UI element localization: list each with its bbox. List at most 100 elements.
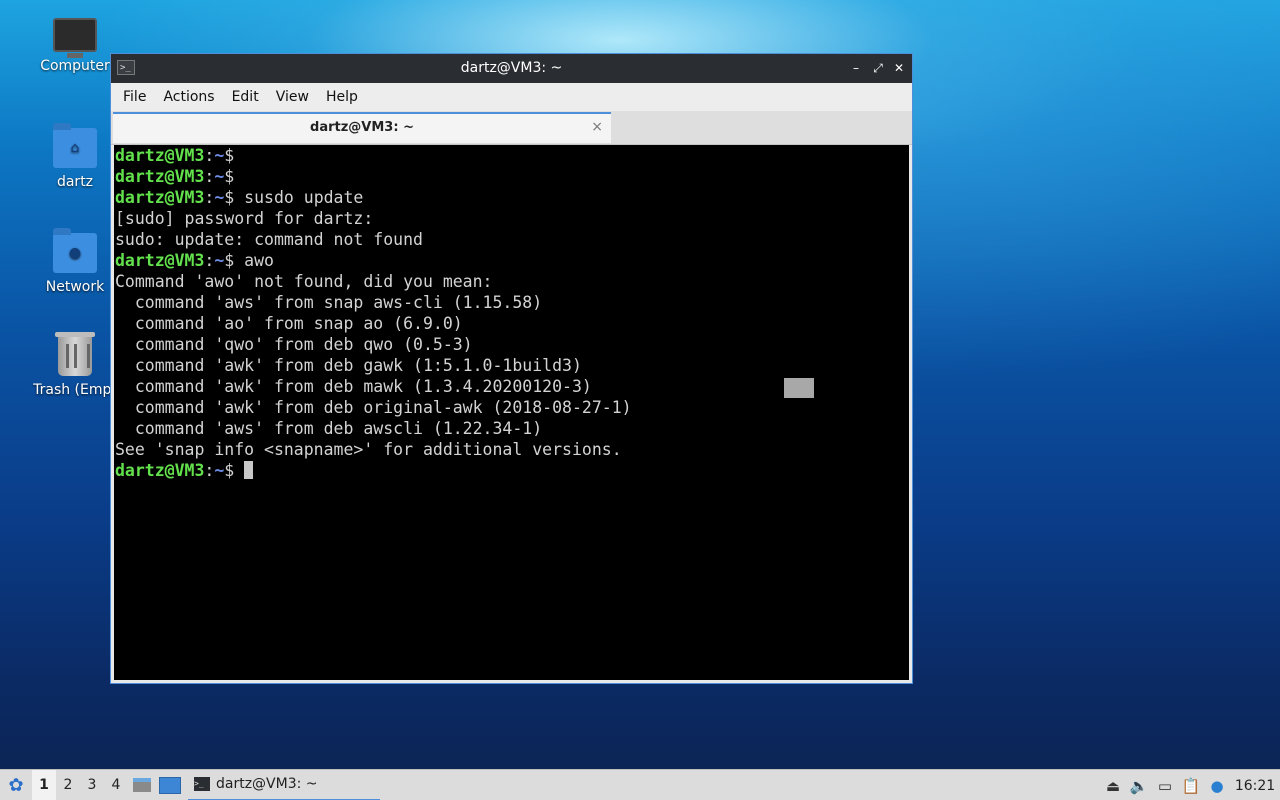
file-manager-icon [133,778,151,792]
line-text: Command 'awo' not found, did you mean: [115,272,493,291]
update-notifier-icon[interactable]: ● [1204,770,1230,800]
line-text [234,461,244,480]
menu-file[interactable]: File [117,83,157,111]
volume-icon[interactable]: 🔈 [1126,770,1152,800]
prompt-symbol: $ [224,146,235,165]
terminal-line: command 'qwo' from deb qwo (0.5-3) [114,334,909,355]
menu-actions[interactable]: Actions [157,83,225,111]
workspace-2[interactable]: 2 [56,770,80,800]
prompt-user: dartz@VM3 [115,461,205,480]
prompt-symbol: $ [224,167,235,186]
terminal-output[interactable]: dartz@VM3:~$ dartz@VM3:~$ dartz@VM3:~$ sus… [114,145,909,680]
terminal-line: dartz@VM3:~$ [114,460,909,481]
prompt-user: dartz@VM3 [115,146,205,165]
terminal-line: [sudo] password for dartz: [114,208,909,229]
terminal-line: command 'awk' from deb gawk (1:5.1.0-1bu… [114,355,909,376]
highlight-block [784,378,814,398]
minimize-button[interactable]: – [847,59,865,77]
workspace-3[interactable]: 3 [80,770,104,800]
terminal-line: Command 'awo' not found, did you mean: [114,271,909,292]
terminal-line: command 'aws' from deb awscli (1.22.34-1… [114,418,909,439]
terminal-task-icon: >_ [194,777,210,791]
desktop-icon-home-folder[interactable]: ⌂ dartz [27,123,123,190]
line-text: command 'awk' from deb gawk (1:5.1.0-1bu… [115,356,582,375]
terminal-line: command 'awk' from deb original-awk (201… [114,397,909,418]
tab-close-icon[interactable]: × [591,119,603,135]
prompt-user: dartz@VM3 [115,251,205,270]
workspace-1[interactable]: 1 [32,769,56,800]
taskbar-window-button[interactable]: >_ dartz@VM3: ~ [188,770,380,800]
file-manager-launcher[interactable] [128,770,156,800]
terminal-line: See 'snap info <snapname>' for additiona… [114,439,909,460]
terminal-line: dartz@VM3:~$ [114,166,909,187]
home-folder-icon: ⌂ [53,123,97,168]
tab-bar: dartz@VM3: ~ × [111,111,912,145]
line-text: command 'awk' from deb mawk (1.3.4.20200… [115,377,592,396]
terminal-line: dartz@VM3:~$ awo [114,250,909,271]
prompt-symbol: $ [224,461,235,480]
network-icon[interactable]: ▭ [1152,770,1178,800]
line-text: command 'qwo' from deb qwo (0.5-3) [115,335,473,354]
desktop-icon-label: Computer [40,58,110,74]
prompt-separator: : [204,251,215,270]
desktop-icon-network[interactable]: ● Network [27,228,123,295]
window-titlebar[interactable]: >_ dartz@VM3: ~ – ⤢ ✕ [111,54,912,83]
taskbar: ✿ 1 2 3 4 >_ dartz@VM3: ~ ⏏ 🔈 ▭ 📋 ● 16:2… [0,769,1280,800]
prompt-path: ~ [214,146,225,165]
line-text: awo [234,251,274,270]
taskbar-window-label: dartz@VM3: ~ [216,776,318,792]
tab-label: dartz@VM3: ~ [310,120,414,135]
prompt-symbol: $ [224,251,235,270]
clock[interactable]: 16:21 [1230,778,1280,794]
maximize-button[interactable]: ⤢ [869,59,887,77]
prompt-separator: : [204,461,215,480]
start-menu-icon: ✿ [8,774,24,796]
prompt-path: ~ [214,167,225,186]
terminal-line: sudo: update: command not found [114,229,909,250]
line-text: command 'awk' from deb original-awk (201… [115,398,632,417]
menu-view[interactable]: View [270,83,320,111]
network-folder-icon: ● [53,228,97,273]
prompt-path: ~ [214,461,225,480]
prompt-separator: : [204,167,215,186]
prompt-path: ~ [214,251,225,270]
desktop-icon-computer[interactable]: Computer [27,18,123,74]
prompt-separator: : [204,146,215,165]
line-text: susdo update [234,188,364,207]
menu-edit[interactable]: Edit [226,83,270,111]
terminal-line: command 'aws' from snap aws-cli (1.15.58… [114,292,909,313]
line-text: command 'ao' from snap ao (6.9.0) [115,314,463,333]
desktop-icon-label: Network [45,279,105,295]
terminal-lines: dartz@VM3:~$ dartz@VM3:~$ dartz@VM3:~$ sus… [114,145,909,481]
menu-help[interactable]: Help [320,83,369,111]
window-title: dartz@VM3: ~ [460,60,563,76]
line-text: sudo: update: command not found [115,230,423,249]
prompt-separator: : [204,188,215,207]
menubar: File Actions Edit View Help [111,83,912,111]
terminal-line: dartz@VM3:~$ [114,145,909,166]
line-text: [sudo] password for dartz: [115,209,374,228]
start-menu-button[interactable]: ✿ [0,770,32,800]
eject-icon[interactable]: ⏏ [1100,770,1126,800]
terminal-line: command 'ao' from snap ao (6.9.0) [114,313,909,334]
show-desktop-launcher[interactable] [156,770,184,800]
prompt-user: dartz@VM3 [115,188,205,207]
computer-icon [53,18,97,58]
terminal-line: dartz@VM3:~$ susdo update [114,187,909,208]
close-button[interactable]: ✕ [890,59,908,77]
prompt-symbol: $ [224,188,235,207]
line-text: See 'snap info <snapname>' for additiona… [115,440,622,459]
desktop-icon-label: dartz [56,174,94,190]
line-text: command 'aws' from deb awscli (1.22.34-1… [115,419,543,438]
text-cursor [244,461,254,479]
line-text: command 'aws' from snap aws-cli (1.15.58… [115,293,543,312]
prompt-user: dartz@VM3 [115,167,205,186]
trash-icon [55,332,95,376]
tab-terminal[interactable]: dartz@VM3: ~ × [113,112,611,143]
workspace-4[interactable]: 4 [104,770,128,800]
prompt-path: ~ [214,188,225,207]
terminal-window[interactable]: >_ dartz@VM3: ~ – ⤢ ✕ File Actions Edit … [110,53,913,684]
show-desktop-icon [159,776,181,794]
clipboard-icon[interactable]: 📋 [1178,770,1204,800]
system-tray: ⏏ 🔈 ▭ 📋 ● 16:21 [1100,770,1280,800]
